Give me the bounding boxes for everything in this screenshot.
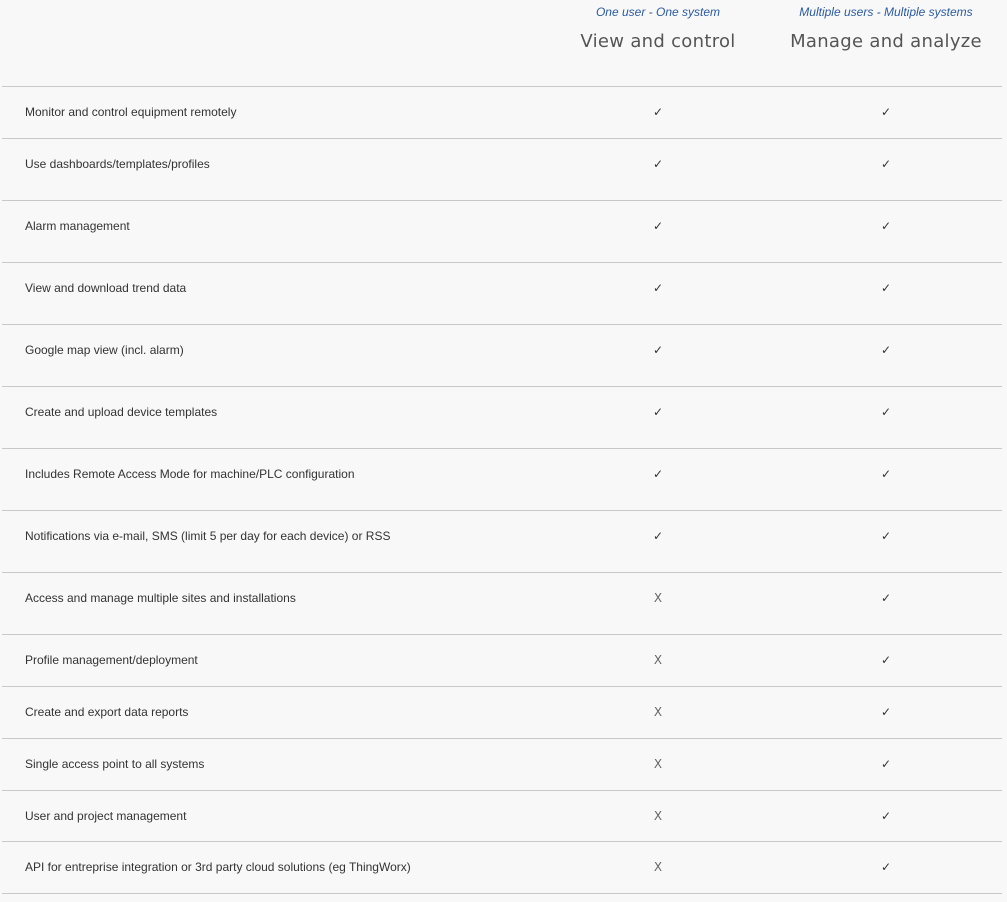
- feature-label: API for entreprise integration or 3rd pa…: [25, 860, 411, 874]
- checkmark-icon: ✓: [880, 405, 892, 419]
- table-row: Single access point to all systems X ✓: [2, 739, 1002, 791]
- column-tagline: Multiple users - Multiple systems: [799, 5, 973, 19]
- checkmark-icon: ✓: [652, 157, 664, 171]
- checkmark-icon: ✓: [880, 219, 892, 233]
- column-header-view-and-control: One user - One system View and control: [545, 0, 771, 52]
- table-row: Create and upload device templates ✓ ✓: [2, 387, 1002, 449]
- cross-icon: X: [653, 705, 663, 719]
- table-row: Create and export data reports X ✓: [2, 687, 1002, 739]
- table-row: Monitor and control equipment remotely ✓ ✓: [2, 87, 1002, 139]
- checkmark-icon: ✓: [880, 757, 892, 771]
- checkmark-icon: ✓: [880, 157, 892, 171]
- checkmark-icon: ✓: [880, 591, 892, 605]
- checkmark-icon: ✓: [880, 343, 892, 357]
- checkmark-icon: ✓: [880, 653, 892, 667]
- cross-icon: X: [653, 809, 663, 823]
- checkmark-icon: ✓: [652, 105, 664, 119]
- table-row: Alarm management ✓ ✓: [2, 201, 1002, 263]
- feature-label: View and download trend data: [25, 281, 187, 295]
- checkmark-icon: ✓: [652, 281, 664, 295]
- table-row: Notifications via e-mail, SMS (limit 5 p…: [2, 511, 1002, 573]
- checkmark-icon: ✓: [652, 343, 664, 357]
- table-row: API for entreprise integration or 3rd pa…: [2, 842, 1002, 894]
- checkmark-icon: ✓: [880, 529, 892, 543]
- table-row: User and project management X ✓: [2, 791, 1002, 842]
- feature-label: Profile management/deployment: [25, 653, 198, 667]
- checkmark-icon: ✓: [880, 860, 892, 874]
- cross-icon: X: [653, 757, 663, 771]
- checkmark-icon: ✓: [880, 467, 892, 481]
- cross-icon: X: [653, 591, 663, 605]
- feature-label: Notifications via e-mail, SMS (limit 5 p…: [25, 529, 391, 543]
- table-row: Profile management/deployment X ✓: [2, 635, 1002, 687]
- cross-icon: X: [653, 860, 663, 874]
- feature-label: Create and upload device templates: [25, 405, 218, 419]
- column-tagline: One user - One system: [595, 5, 721, 19]
- checkmark-icon: ✓: [652, 405, 664, 419]
- table-row: Includes Remote Access Mode for machine/…: [2, 449, 1002, 511]
- table-row: Google map view (incl. alarm) ✓ ✓: [2, 325, 1002, 387]
- feature-label: Use dashboards/templates/profiles: [25, 157, 210, 171]
- feature-comparison-table: Monitor and control equipment remotely ✓ ✓…: [2, 86, 1002, 894]
- checkmark-icon: ✓: [880, 809, 892, 823]
- cross-icon: X: [653, 653, 663, 667]
- feature-label: Alarm management: [25, 219, 130, 233]
- feature-label: Create and export data reports: [25, 705, 189, 719]
- checkmark-icon: ✓: [880, 105, 892, 119]
- feature-label: Access and manage multiple sites and ins…: [25, 591, 296, 605]
- checkmark-icon: ✓: [652, 529, 664, 543]
- table-row: Use dashboards/templates/profiles ✓ ✓: [2, 139, 1002, 201]
- comparison-header: One user - One system View and control M…: [0, 0, 1007, 86]
- column-title: View and control: [580, 31, 736, 52]
- column-header-manage-and-analyze: Multiple users - Multiple systems Manage…: [773, 0, 999, 52]
- checkmark-icon: ✓: [880, 705, 892, 719]
- table-row: Access and manage multiple sites and ins…: [2, 573, 1002, 635]
- feature-label: Google map view (incl. alarm): [25, 343, 184, 357]
- checkmark-icon: ✓: [652, 219, 664, 233]
- checkmark-icon: ✓: [652, 467, 664, 481]
- feature-label: Includes Remote Access Mode for machine/…: [25, 467, 355, 481]
- table-row: View and download trend data ✓ ✓: [2, 263, 1002, 325]
- feature-label: Single access point to all systems: [25, 757, 205, 771]
- checkmark-icon: ✓: [880, 281, 892, 295]
- feature-label: Monitor and control equipment remotely: [25, 105, 237, 119]
- feature-label: User and project management: [25, 809, 187, 823]
- column-title: Manage and analyze: [790, 31, 982, 52]
